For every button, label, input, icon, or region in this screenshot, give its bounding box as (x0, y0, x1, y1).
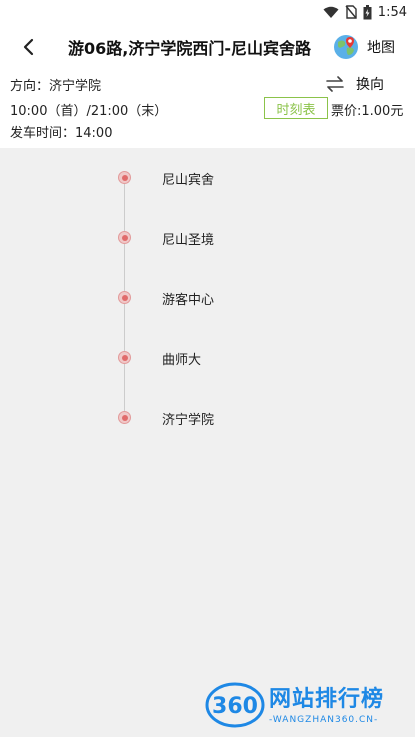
map-label: 地图 (367, 40, 395, 56)
globe-map-icon (334, 35, 358, 59)
stop-name: 济宁学院 (162, 413, 215, 428)
route-info-panel: 方向：济宁学院 换向 10:00（首）/21:00（末） 时刻表 票价:1.00… (0, 70, 415, 148)
stop-dot-icon (118, 411, 131, 424)
swap-label: 换向 (356, 77, 384, 93)
watermark-badge-text: 360 (212, 694, 258, 719)
map-button[interactable]: 地图 (333, 31, 395, 63)
list-item[interactable]: 尼山圣境 (0, 226, 415, 250)
stop-name: 尼山圣境 (162, 233, 215, 248)
stop-list: 尼山宾舍 尼山圣境 游客中心 曲师大 济宁学院 (0, 148, 415, 737)
list-item[interactable]: 游客中心 (0, 286, 415, 310)
stop-dot-icon (118, 231, 131, 244)
watermark-title: 网站排行榜 (269, 687, 385, 712)
departure-time: 发车时间：14:00 (10, 126, 113, 141)
app-bar: 游06路,济宁学院西门-尼山宾舍路 地图 (0, 24, 415, 70)
timetable-button[interactable]: 时刻表 (264, 97, 328, 119)
status-bar: 1:54 (0, 0, 415, 24)
stop-name: 尼山宾舍 (162, 173, 215, 188)
watermark-subtitle: -WANGZHAN360.CN- (269, 715, 379, 725)
battery-icon (363, 4, 372, 19)
status-time: 1:54 (377, 4, 407, 20)
watermark: 360 网站排行榜 -WANGZHAN360.CN- (205, 677, 410, 735)
list-item[interactable]: 济宁学院 (0, 406, 415, 430)
stop-name: 曲师大 (162, 353, 202, 368)
operating-hours: 10:00（首）/21:00（末） (10, 104, 168, 119)
direction-text: 方向：济宁学院 (10, 79, 102, 94)
stop-dot-icon (118, 351, 131, 364)
stop-name: 游客中心 (162, 293, 215, 308)
stop-dot-icon (118, 291, 131, 304)
stop-dot-icon (118, 171, 131, 184)
watermark-badge-icon: 360 (205, 682, 265, 728)
status-icons: 1:54 (323, 3, 407, 21)
swap-direction-button[interactable]: 换向 (326, 73, 384, 95)
chevron-left-icon (23, 38, 34, 56)
list-item[interactable]: 曲师大 (0, 346, 415, 370)
wifi-icon (323, 6, 339, 18)
swap-arrows-icon (326, 76, 344, 92)
no-sim-icon (345, 5, 357, 19)
fare-text: 票价:1.00元 (331, 104, 404, 119)
list-item[interactable]: 尼山宾舍 (0, 166, 415, 190)
page-title: 游06路,济宁学院西门-尼山宾舍路 (68, 39, 311, 58)
back-button[interactable] (14, 33, 42, 61)
